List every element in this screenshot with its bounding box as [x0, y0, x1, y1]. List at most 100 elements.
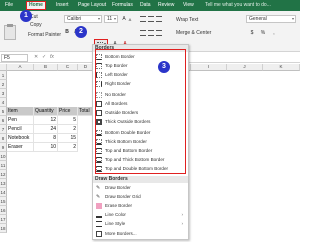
- menu-item-label: Draw Border: [105, 185, 131, 190]
- table-cell[interactable]: Pen: [7, 116, 34, 125]
- step-badge-3: 3: [158, 61, 170, 73]
- align-top-icon[interactable]: [140, 16, 146, 22]
- font-size-value: 11: [107, 16, 113, 22]
- menu-item-label: More Borders...: [105, 231, 137, 236]
- column-header[interactable]: A: [7, 64, 34, 71]
- column-header[interactable]: C: [58, 64, 78, 71]
- row-header[interactable]: 10: [0, 152, 7, 161]
- table-cell[interactable]: 12: [34, 116, 58, 125]
- align-right-icon[interactable]: [156, 30, 162, 36]
- row-header[interactable]: 17: [0, 215, 7, 224]
- tab-file[interactable]: File: [3, 1, 15, 10]
- menu-item-label: Line Style: [105, 221, 126, 226]
- shrink-font-button[interactable]: A: [127, 16, 133, 24]
- table-cell[interactable]: 2: [58, 125, 78, 134]
- number-format-dropdown[interactable]: General ▾: [246, 15, 296, 23]
- insert-function-icon[interactable]: fx: [50, 54, 54, 60]
- tab-data[interactable]: Data: [138, 1, 153, 10]
- row-header[interactable]: 12: [0, 170, 7, 179]
- row-header[interactable]: 15: [0, 197, 7, 206]
- row-header[interactable]: 5: [0, 107, 7, 116]
- merge-center-button[interactable]: Merge & Center: [176, 30, 211, 36]
- menu-item-more-borders[interactable]: More Borders...: [94, 230, 186, 238]
- column-header[interactable]: B: [34, 64, 58, 71]
- align-middle-icon[interactable]: [148, 16, 154, 22]
- menu-item-label: Draw Border Grid: [105, 194, 141, 199]
- row-header[interactable]: 3: [0, 89, 7, 98]
- percent-format-button[interactable]: %: [259, 29, 267, 37]
- font-name-value: Calibri: [67, 16, 82, 22]
- paste-icon[interactable]: [4, 24, 16, 40]
- table-cell[interactable]: 8: [34, 134, 58, 143]
- currency-format-button[interactable]: $: [248, 29, 256, 37]
- table-cell[interactable]: 10: [34, 143, 58, 152]
- tab-view[interactable]: View: [181, 1, 196, 10]
- tab-insert[interactable]: Insert: [54, 1, 71, 10]
- line-style-icon: [96, 221, 102, 227]
- eraser-icon: [96, 203, 102, 209]
- menu-item-draw-border[interactable]: ✎ Draw Border: [94, 184, 186, 192]
- menu-item-line-style[interactable]: Line Style ›: [94, 220, 186, 228]
- row-header[interactable]: 11: [0, 161, 7, 170]
- row-header[interactable]: 9: [0, 143, 7, 152]
- table-header-cell[interactable]: Item: [7, 107, 34, 116]
- table-cell[interactable]: 2: [58, 143, 78, 152]
- pencil-icon: ✎: [96, 185, 101, 191]
- row-header[interactable]: 6: [0, 116, 7, 125]
- menu-item-erase-border[interactable]: Erase Border: [94, 202, 186, 210]
- tab-review[interactable]: Review: [156, 1, 176, 10]
- grid-pencil-icon: ✎: [96, 194, 101, 200]
- chevron-down-icon: ▾: [291, 16, 294, 21]
- row-header[interactable]: 14: [0, 188, 7, 197]
- tab-home[interactable]: Home: [26, 1, 46, 10]
- align-left-icon[interactable]: [140, 30, 146, 36]
- row-header[interactable]: 2: [0, 80, 7, 89]
- name-box[interactable]: F5: [1, 54, 28, 62]
- step-badge-1: 1: [20, 10, 32, 22]
- select-all-corner[interactable]: [0, 64, 7, 71]
- row-header[interactable]: 13: [0, 179, 7, 188]
- row-header[interactable]: 18: [0, 224, 7, 233]
- format-painter-button[interactable]: Format Painter: [28, 32, 61, 38]
- line-color-icon: [96, 212, 102, 218]
- table-cell[interactable]: Notebook: [7, 134, 34, 143]
- table-cell[interactable]: 24: [34, 125, 58, 134]
- draw-borders-section-title: Draw Borders: [93, 176, 188, 183]
- table-header-cell[interactable]: Quantity: [34, 107, 58, 116]
- column-header[interactable]: J: [227, 64, 263, 71]
- column-header[interactable]: I: [191, 64, 227, 71]
- tell-me-box[interactable]: Tell me what you want to do...: [203, 1, 273, 10]
- chevron-down-icon: ▾: [97, 16, 100, 21]
- align-bottom-icon[interactable]: [156, 16, 162, 22]
- tab-page-layout[interactable]: Page Layout: [76, 1, 108, 10]
- row-header[interactable]: 16: [0, 206, 7, 215]
- align-center-icon[interactable]: [148, 30, 154, 36]
- formula-enter-icon[interactable]: ✓: [42, 54, 46, 60]
- font-name-dropdown[interactable]: Calibri ▾: [64, 15, 102, 23]
- table-cell[interactable]: Eraser: [7, 143, 34, 152]
- font-size-dropdown[interactable]: 11 ▾: [104, 15, 118, 23]
- table-cell[interactable]: Pencil: [7, 125, 34, 134]
- menu-item-draw-border-grid[interactable]: ✎ Draw Border Grid: [94, 193, 186, 201]
- row-header[interactable]: 1: [0, 71, 7, 80]
- tab-formulas[interactable]: Formulas: [110, 1, 135, 10]
- table-cell[interactable]: 5: [58, 116, 78, 125]
- step-badge-2: 2: [75, 26, 87, 38]
- wrap-text-button[interactable]: Wrap Text: [176, 17, 198, 23]
- menu-item-label: Line Color: [105, 212, 126, 217]
- table-header-cell[interactable]: Price: [58, 107, 78, 116]
- more-borders-icon: [96, 231, 102, 237]
- column-header[interactable]: K: [263, 64, 300, 71]
- comma-format-button[interactable]: ,: [270, 29, 278, 37]
- borders-highlight-frame: [95, 49, 186, 174]
- copy-button[interactable]: Copy: [30, 22, 42, 28]
- table-cell[interactable]: 15: [58, 134, 78, 143]
- submenu-arrow-icon: ›: [181, 221, 184, 226]
- row-header[interactable]: 4: [0, 98, 7, 107]
- row-header[interactable]: 7: [0, 125, 7, 134]
- formula-cancel-icon[interactable]: ✕: [34, 54, 38, 60]
- menu-item-line-color[interactable]: Line Color ›: [94, 211, 186, 219]
- row-header[interactable]: 8: [0, 134, 7, 143]
- bold-button[interactable]: B: [64, 28, 70, 36]
- menu-item-label: Erase Border: [105, 203, 133, 208]
